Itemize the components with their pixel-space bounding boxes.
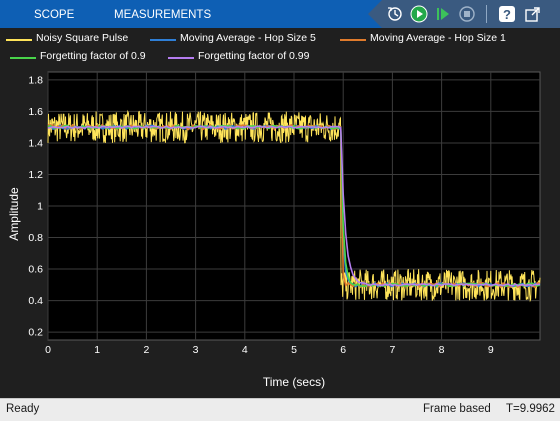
time-scope-plot[interactable]: 0 1 2 3 4 5 6 7 8 9 0.2 0.4 0.6 0.8 1 1.2 1.4 1.6 1.8 Tim… xyxy=(0,66,560,398)
status-ready: Ready xyxy=(6,403,40,415)
legend-label: Forgetting factor of 0.99 xyxy=(198,50,310,62)
step-back-icon[interactable] xyxy=(386,5,404,23)
x-tick-label: 0 xyxy=(45,344,51,356)
run-icon[interactable] xyxy=(410,5,428,23)
help-icon[interactable]: ? xyxy=(498,5,516,23)
legend-label: Forgetting factor of 0.9 xyxy=(40,50,146,62)
y-tick-label: 1 xyxy=(37,201,43,213)
status-time: T=9.9962 xyxy=(506,403,555,415)
x-tick-label: 8 xyxy=(439,344,445,356)
legend-swatch xyxy=(6,39,32,41)
stop-icon[interactable] xyxy=(458,5,476,23)
x-tick-label: 4 xyxy=(242,344,248,356)
simulation-controls: ? xyxy=(368,0,560,28)
legend-label: Moving Average - Hop Size 1 xyxy=(370,32,506,44)
svg-text:?: ? xyxy=(503,7,511,22)
toolbar-separator xyxy=(486,5,487,23)
y-tick-label: 0.2 xyxy=(28,327,43,339)
x-tick-label: 1 xyxy=(94,344,100,356)
x-tick-label: 6 xyxy=(340,344,346,356)
toolstrip: SCOPE MEASUREMENTS ? xyxy=(0,0,560,28)
x-tick-labels: 0 1 2 3 4 5 6 7 8 9 xyxy=(45,344,494,356)
status-mode: Frame based xyxy=(423,403,491,415)
x-tick-label: 5 xyxy=(291,344,297,356)
y-tick-label: 1.8 xyxy=(28,74,43,86)
legend-label: Moving Average - Hop Size 5 xyxy=(180,32,316,44)
tab-scope[interactable]: SCOPE xyxy=(34,0,74,28)
legend-item-forgetting-099[interactable]: Forgetting factor of 0.99 xyxy=(168,50,338,66)
y-tick-labels: 0.2 0.4 0.6 0.8 1 1.2 1.4 1.6 1.8 xyxy=(28,74,43,338)
y-tick-label: 0.4 xyxy=(28,295,43,307)
legend-label: Noisy Square Pulse xyxy=(36,32,129,44)
y-tick-label: 1.2 xyxy=(28,169,43,181)
legend: Noisy Square Pulse Moving Average - Hop … xyxy=(0,28,560,66)
legend-swatch xyxy=(168,57,194,59)
tab-measurements[interactable]: MEASUREMENTS xyxy=(114,0,211,28)
x-tick-label: 7 xyxy=(389,344,395,356)
y-tick-label: 1.6 xyxy=(28,106,43,118)
legend-swatch xyxy=(150,39,176,41)
legend-swatch xyxy=(10,57,36,59)
legend-item-moving-average-hop-5[interactable]: Moving Average - Hop Size 5 xyxy=(150,32,330,48)
x-axis-label: Time (secs) xyxy=(263,375,325,389)
x-tick-label: 9 xyxy=(488,344,494,356)
y-tick-label: 0.6 xyxy=(28,264,43,276)
y-axis-label: Amplitude xyxy=(7,187,21,241)
y-tick-label: 0.8 xyxy=(28,232,43,244)
axes-area: 0 1 2 3 4 5 6 7 8 9 0.2 0.4 0.6 0.8 1 1.2 1.4 1.6 1.8 Tim… xyxy=(0,66,560,398)
legend-swatch xyxy=(340,39,366,41)
status-bar: Ready Frame based T=9.9962 xyxy=(0,398,560,421)
time-scope-window: SCOPE MEASUREMENTS ? Noisy Square Pulse … xyxy=(0,0,560,421)
step-forward-icon[interactable] xyxy=(434,5,452,23)
legend-item-moving-average-hop-1[interactable]: Moving Average - Hop Size 1 xyxy=(340,32,530,48)
legend-item-forgetting-09[interactable]: Forgetting factor of 0.9 xyxy=(10,50,170,66)
x-tick-label: 2 xyxy=(143,344,149,356)
y-tick-label: 1.4 xyxy=(28,137,43,149)
undock-icon[interactable] xyxy=(524,5,542,23)
x-tick-label: 3 xyxy=(193,344,199,356)
